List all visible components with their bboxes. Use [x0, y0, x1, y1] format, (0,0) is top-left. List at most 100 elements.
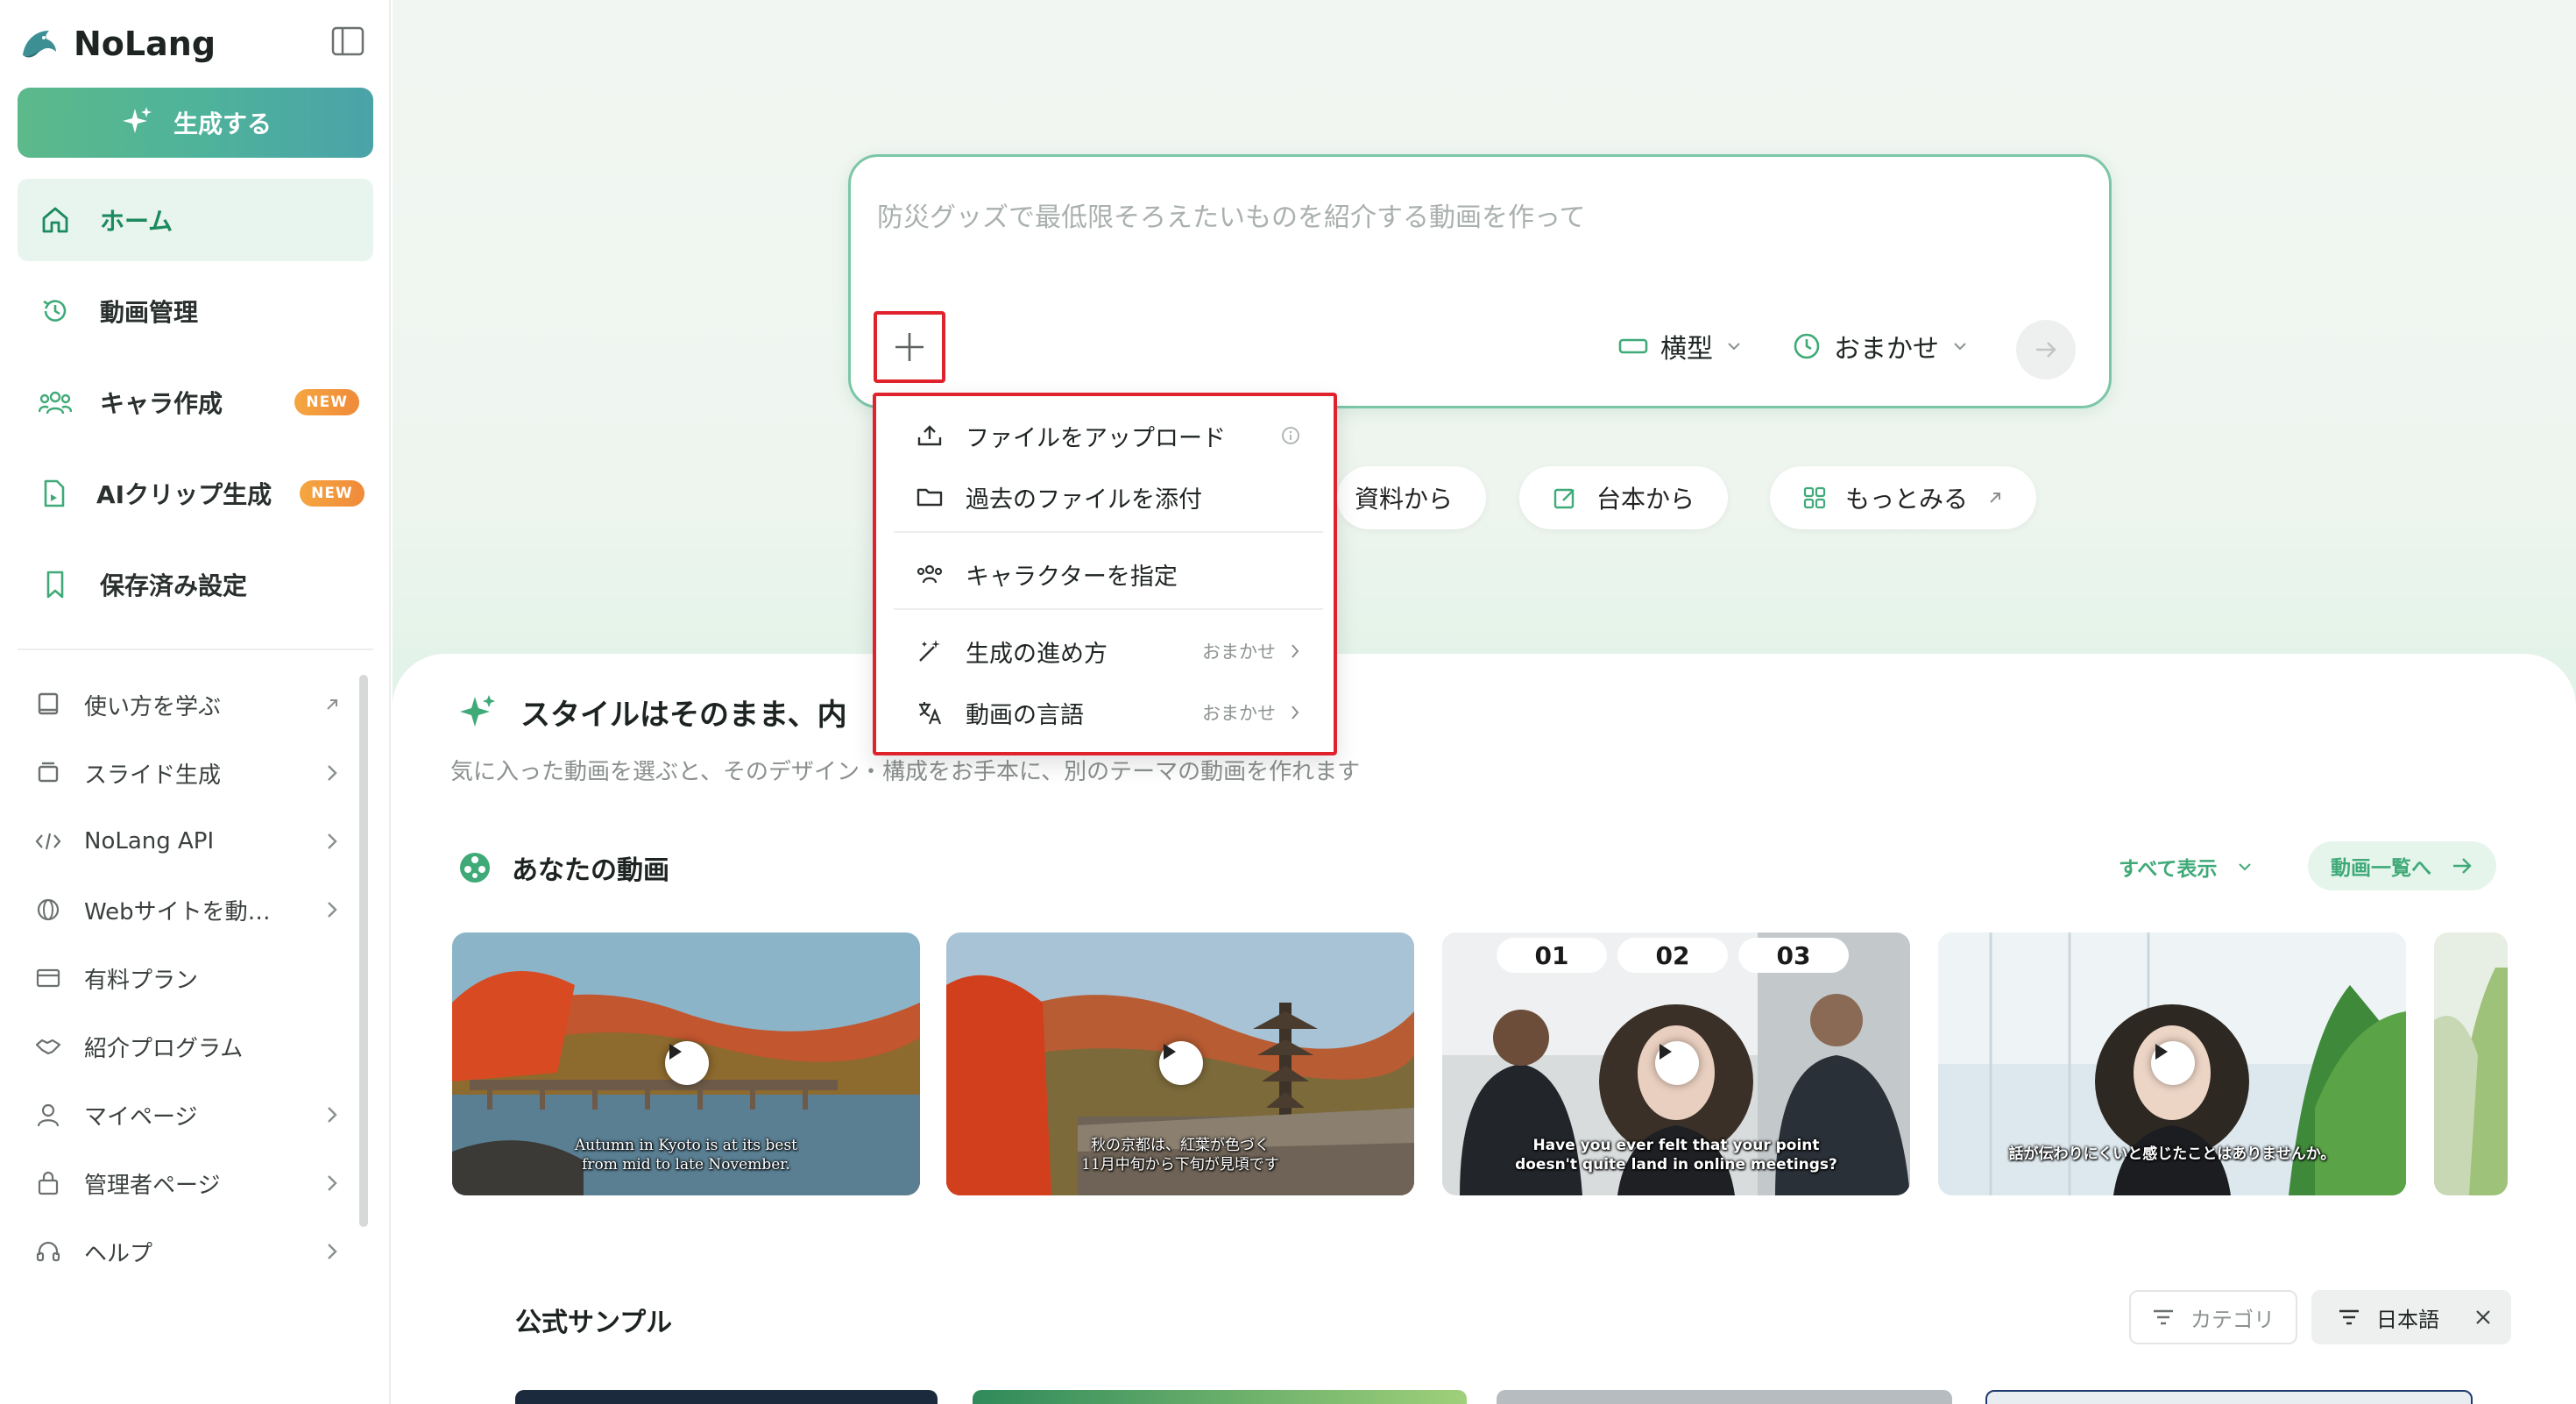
prompt-input[interactable] [877, 187, 2069, 248]
sidebar-item-label: ヘルプ [84, 1240, 153, 1267]
chevron-right-icon [1292, 644, 1299, 658]
magic-wand-icon [915, 636, 945, 666]
nav-item-label: キャラ作成 [100, 389, 223, 418]
video-caption: Have you ever felt that your point doesn… [1515, 1137, 1837, 1174]
video-list-label: 動画一覧へ [2331, 857, 2431, 880]
sidebar-item-label: NoLang API [84, 828, 215, 854]
attachment-menu: ファイルをアップロード 過去のファイルを添付 キャラクターを指定 生成の進め方 … [873, 393, 1337, 755]
quick-action-label: 台本から [1596, 485, 1695, 514]
sidebar-item-mypage[interactable]: マイページ [18, 1088, 342, 1141]
show-all-toggle[interactable]: すべて表示 [2119, 852, 2254, 882]
play-icon [2151, 1041, 2195, 1085]
sidebar: NoLang 生成する ホーム 動画管理 キャラ作成 NEW AIクリップ生成 … [0, 0, 391, 1404]
sidebar-item-website-video[interactable]: Webサイトを動… [18, 883, 342, 936]
sidebar-scrollbar[interactable] [359, 675, 368, 1227]
characters-icon [39, 386, 72, 419]
add-attachment-button[interactable] [874, 311, 945, 383]
language-filter-chip[interactable]: 日本語 [2311, 1290, 2511, 1344]
sparkle-icon [460, 694, 495, 727]
main-area: 横型 おまかせ 資料から 台本から もっとみる [393, 0, 2576, 1404]
chevron-down-icon [1954, 343, 1966, 351]
arrow-right-icon [2453, 858, 2472, 874]
menu-item-label: 生成の進め方 [966, 640, 1108, 668]
user-icon [35, 1102, 61, 1128]
menu-item-upload-file[interactable]: ファイルをアップロード [894, 407, 1323, 464]
send-button[interactable] [2016, 320, 2076, 379]
category-filter-label: カテゴリ [2190, 1307, 2275, 1332]
menu-item-attach-past-file[interactable]: 過去のファイルを添付 [894, 468, 1323, 526]
plus-icon [895, 333, 924, 361]
book-icon [35, 691, 61, 718]
sparkle-icon [122, 107, 152, 133]
chevron-right-icon [322, 763, 342, 783]
landscape-icon [1618, 338, 1648, 354]
folder-icon [915, 482, 945, 512]
sample-thumbnail[interactable] [1497, 1390, 1952, 1404]
nav-item-character-create[interactable]: キャラ作成 NEW [18, 361, 373, 443]
sample-thumbnail[interactable] [515, 1390, 938, 1404]
admin-icon [35, 1170, 61, 1196]
brand[interactable]: NoLang [18, 19, 216, 68]
sample-thumbnail[interactable] [1985, 1390, 2473, 1404]
menu-item-generation-progress[interactable]: 生成の進め方 おまかせ [894, 622, 1323, 680]
new-badge: NEW [294, 389, 359, 415]
sidebar-item-admin[interactable]: 管理者ページ [18, 1157, 342, 1209]
sample-thumbnail[interactable] [973, 1390, 1467, 1404]
from-document-button[interactable]: 資料から [1337, 466, 1487, 529]
sidebar-item-referral[interactable]: 紹介プログラム [18, 1020, 342, 1073]
nav-item-saved-settings[interactable]: 保存済み設定 [18, 543, 373, 626]
chevron-right-icon [322, 1174, 342, 1193]
characters-icon [915, 559, 945, 589]
nav-item-video-management[interactable]: 動画管理 [18, 270, 373, 352]
sidebar-item-label: 有料プラン [84, 967, 199, 994]
video-thumbnail[interactable]: 秋の京都は、紅葉が色づく 11月中旬から下旬が見頃です [946, 932, 1414, 1195]
video-caption: 秋の京都は、紅葉が色づく 11月中旬から下旬が見頃です [1081, 1137, 1279, 1174]
orientation-select[interactable]: 横型 [1618, 325, 1743, 367]
sidebar-item-api[interactable]: NoLang API [18, 815, 342, 868]
nav-item-ai-clip[interactable]: AIクリップ生成 NEW [18, 452, 373, 535]
sidebar-item-learn[interactable]: 使い方を学ぶ [18, 678, 342, 731]
sidebar-item-label: 紹介プログラム [84, 1035, 244, 1062]
from-script-button[interactable]: 台本から [1519, 466, 1729, 529]
official-samples-title: 公式サンプル [515, 1308, 673, 1338]
video-caption: Autumn in Kyoto is at its best from mid … [574, 1137, 798, 1174]
sidebar-item-paid-plan[interactable]: 有料プラン [18, 952, 342, 1004]
menu-item-specify-character[interactable]: キャラクターを指定 [894, 545, 1323, 603]
play-icon [1655, 1041, 1699, 1085]
chevron-down-icon [1728, 343, 1740, 351]
generate-button[interactable]: 生成する [18, 88, 373, 158]
video-thumbnail[interactable] [2434, 932, 2508, 1195]
close-icon[interactable] [2474, 1308, 2492, 1326]
language-filter-label: 日本語 [2376, 1307, 2439, 1332]
see-more-button[interactable]: もっとみる [1770, 466, 2037, 529]
play-icon [665, 1041, 709, 1085]
nav-item-home[interactable]: ホーム [18, 179, 373, 261]
category-filter-button[interactable]: カテゴリ [2129, 1290, 2297, 1344]
duration-select[interactable]: おまかせ [1792, 325, 1969, 367]
chevron-right-icon [322, 832, 342, 851]
style-title-text: スタイルはそのまま、内 [520, 698, 847, 733]
menu-item-video-language[interactable]: 動画の言語 おまかせ [894, 684, 1323, 741]
step-tag: 02 [1617, 938, 1728, 973]
quick-action-label: 資料から [1355, 485, 1454, 514]
arrow-right-icon [2036, 342, 2056, 358]
brand-name: NoLang [74, 25, 216, 63]
info-icon[interactable] [1281, 426, 1300, 445]
upload-icon [915, 421, 945, 450]
quick-action-label: もっとみる [1845, 485, 1969, 514]
sidebar-toggle-icon[interactable] [331, 26, 364, 56]
sidebar-item-slides[interactable]: スライド生成 [18, 747, 342, 799]
step-tag: 03 [1738, 938, 1849, 973]
video-list-button[interactable]: 動画一覧へ [2308, 841, 2496, 890]
chevron-right-icon [322, 900, 342, 919]
video-thumbnail[interactable]: 話が伝わりにくいと感じたことはありませんか。 [1938, 932, 2406, 1195]
film-reel-icon [460, 853, 490, 883]
video-thumbnail[interactable]: Autumn in Kyoto is at its best from mid … [452, 932, 920, 1195]
play-icon [1159, 1041, 1203, 1085]
video-thumbnail[interactable]: 01 02 03 Have you ever felt that your po… [1442, 932, 1910, 1195]
your-videos-label: あなたの動画 [512, 855, 669, 886]
menu-item-label: 過去のファイルを添付 [966, 486, 1202, 514]
sidebar-item-help[interactable]: ヘルプ [18, 1225, 342, 1278]
video-caption: 話が伝わりにくいと感じたことはありませんか。 [2008, 1145, 2336, 1163]
translate-icon [915, 698, 945, 727]
